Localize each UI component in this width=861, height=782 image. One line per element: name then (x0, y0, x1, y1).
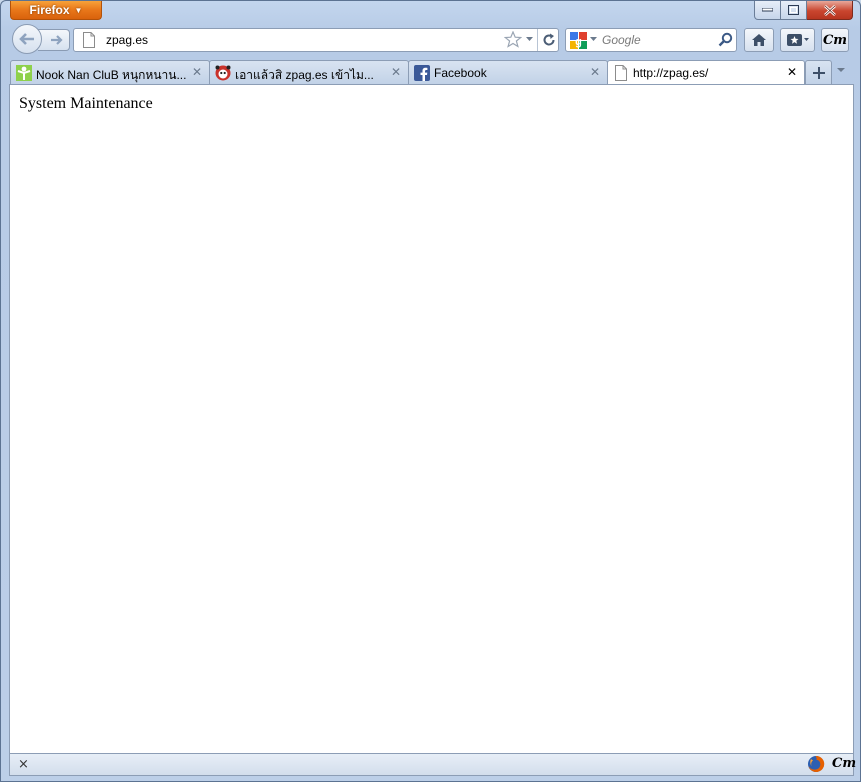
maintenance-message: System Maintenance (19, 95, 153, 112)
cm-label: Cm (822, 32, 848, 48)
tab-close-icon[interactable]: ✕ (391, 65, 401, 79)
tab-facebook[interactable]: Facebook ✕ (408, 60, 608, 84)
forward-button[interactable] (38, 29, 70, 51)
tab-close-icon[interactable]: ✕ (590, 65, 600, 79)
search-bar[interactable]: g Google (565, 28, 737, 52)
close-icon (823, 4, 836, 16)
maximize-button[interactable] (781, 1, 807, 20)
maximize-icon (788, 5, 799, 15)
tab-title: Facebook (434, 66, 487, 80)
arrow-left-icon (19, 33, 34, 45)
list-all-tabs-icon[interactable] (837, 68, 845, 73)
url-bar[interactable]: zpag.es (73, 28, 559, 52)
page-icon (83, 32, 95, 48)
tab-strip: Nook Nan CluB หนุกหนาน... ✕ เอาแล้วสิ zp… (1, 60, 860, 85)
chevron-down-icon: ▼ (74, 6, 83, 15)
back-button[interactable] (12, 24, 42, 54)
reload-icon[interactable] (541, 32, 557, 48)
close-status-icon[interactable]: × (18, 757, 29, 772)
facebook-icon (414, 65, 430, 81)
minimize-button[interactable] (754, 1, 781, 20)
search-placeholder[interactable]: Google (602, 33, 641, 47)
tab-title: Nook Nan CluB หนุกหนาน... (36, 68, 187, 82)
back-forward-group (12, 24, 70, 56)
blank-page-icon (615, 65, 627, 81)
home-icon (752, 34, 766, 46)
cm-extension-button[interactable]: Cm (821, 28, 849, 52)
cm-status-icon[interactable]: Cm (832, 756, 856, 771)
tab-close-icon[interactable]: ✕ (192, 65, 202, 79)
browser-window: Firefox ▼ zpag.es g Google Cm Nook Nan C… (0, 0, 861, 782)
red-face-icon (215, 65, 231, 81)
firefox-menu-label: Firefox (29, 3, 70, 17)
url-bar-divider (537, 29, 538, 51)
bookmarks-button[interactable] (780, 28, 815, 52)
minimize-icon (762, 8, 773, 12)
bookmark-star-icon[interactable] (504, 31, 522, 48)
url-text[interactable]: zpag.es (106, 33, 148, 47)
tab-nook-nan-club[interactable]: Nook Nan CluB หนุกหนาน... ✕ (10, 60, 210, 84)
home-button[interactable] (744, 28, 774, 52)
firefox-logo-icon[interactable] (807, 755, 825, 773)
bookmarks-icon (786, 34, 809, 46)
search-engine-dropdown-icon[interactable] (590, 37, 597, 42)
tab-zpag-es-active[interactable]: http://zpag.es/ ✕ (607, 60, 805, 85)
tab-title: เอาแล้วสิ zpag.es เข้าไม... (235, 68, 374, 82)
arrow-right-icon (51, 35, 63, 45)
plus-icon (812, 66, 825, 79)
tab-zpag-thread[interactable]: เอาแล้วสิ zpag.es เข้าไม... ✕ (209, 60, 409, 84)
window-controls (754, 1, 853, 20)
firefox-menu-button[interactable]: Firefox ▼ (10, 1, 102, 20)
navigation-toolbar: zpag.es g Google Cm (1, 23, 860, 59)
page-content: System Maintenance (9, 84, 854, 754)
green-figure-icon (16, 65, 32, 81)
search-icon[interactable] (718, 32, 733, 47)
status-bar: × Cm (9, 754, 856, 776)
svg-text:g: g (575, 36, 582, 48)
new-tab-button[interactable] (805, 60, 832, 84)
tab-close-icon[interactable]: ✕ (787, 65, 797, 79)
close-window-button[interactable] (807, 1, 853, 20)
dropdown-arrow-icon[interactable] (526, 37, 533, 42)
google-icon: g (570, 32, 587, 49)
tab-title: http://zpag.es/ (633, 66, 709, 80)
